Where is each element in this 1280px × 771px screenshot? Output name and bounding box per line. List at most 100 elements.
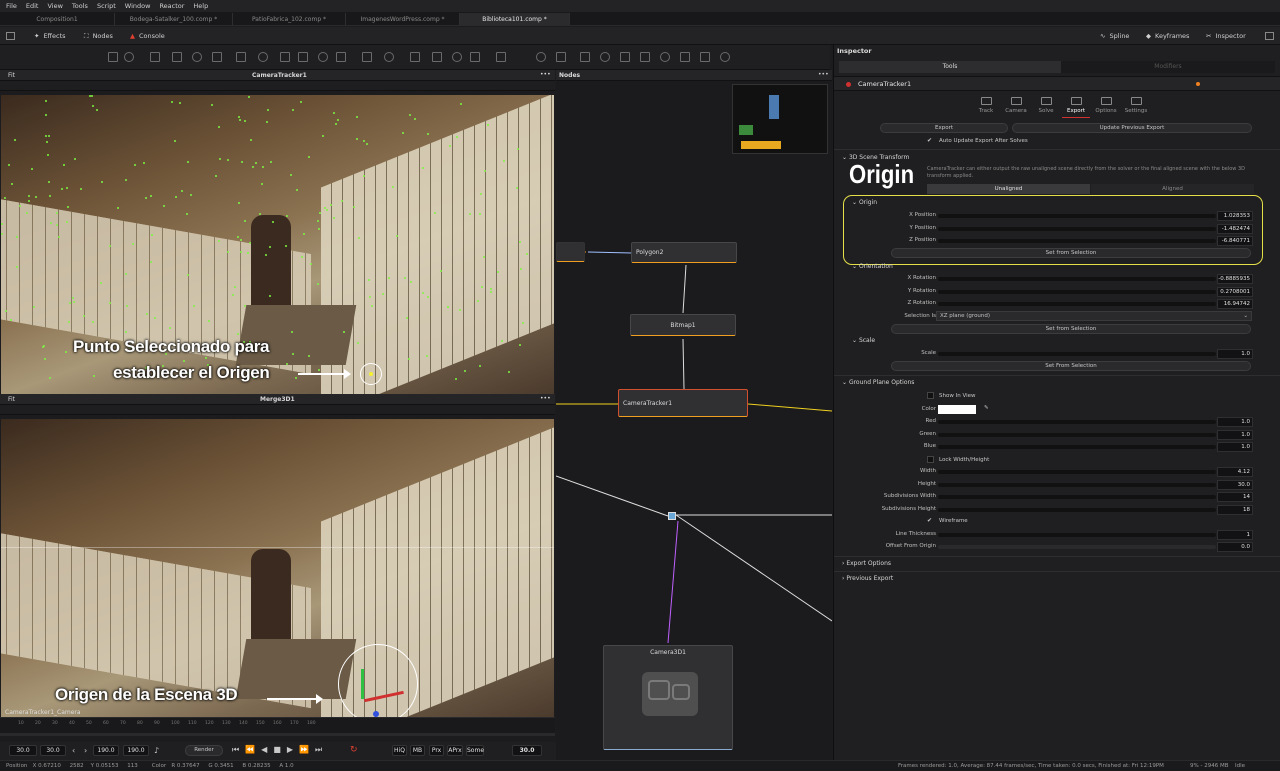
more-icon-2[interactable]: ••• <box>540 395 551 402</box>
tool-icon-17[interactable] <box>452 52 462 62</box>
spline-button[interactable]: ∿ Spline <box>1100 30 1129 42</box>
node-cameratracker1[interactable]: CameraTracker1 <box>618 389 748 417</box>
tool-icon-20[interactable] <box>536 52 546 62</box>
tool-icon-1[interactable] <box>108 52 118 62</box>
z-rotation-slider[interactable] <box>938 302 1216 306</box>
playback-controls[interactable]: ⏮⏪◀■▶⏩⏭ <box>232 745 328 755</box>
tool-icon-6[interactable] <box>212 52 222 62</box>
tools-tab[interactable]: Tools <box>839 61 1061 73</box>
scale-field[interactable]: 1.0 <box>1217 349 1253 359</box>
merge-node-dot[interactable] <box>668 512 676 520</box>
scale-slider[interactable] <box>938 352 1216 356</box>
render-end-field[interactable]: 190.0 <box>93 745 119 756</box>
global-start-field[interactable]: 30.0 <box>9 745 37 756</box>
prx-toggle[interactable]: Prx <box>429 745 444 756</box>
console-button[interactable]: ▲ Console <box>130 30 165 42</box>
current-frame-field[interactable]: 30.0 <box>512 745 542 756</box>
menu-item-file[interactable]: File <box>6 2 17 10</box>
width-field[interactable]: 4.12 <box>1217 467 1253 477</box>
node-camera3d1[interactable]: Camera3D1 <box>603 645 733 750</box>
x-rotation-slider[interactable] <box>938 277 1216 281</box>
panel-toggle-icon[interactable] <box>6 30 15 42</box>
tool-icon-22[interactable] <box>580 52 590 62</box>
offset-slider[interactable] <box>938 545 1216 549</box>
menu-item-reactor[interactable]: Reactor <box>159 2 184 10</box>
width-slider[interactable] <box>938 470 1216 474</box>
blue-field[interactable]: 1.0 <box>1217 442 1253 452</box>
x-position-field[interactable]: 1.028353 <box>1217 211 1253 221</box>
origin-section-header[interactable]: ⌄ Origin <box>852 199 877 206</box>
line-thickness-slider[interactable] <box>938 533 1216 537</box>
eyedropper-icon[interactable]: ✎ <box>984 405 989 411</box>
update-previous-export-button[interactable]: Update Previous Export <box>1012 123 1252 133</box>
tool-icon-28[interactable] <box>700 52 710 62</box>
menu-item-script[interactable]: Script <box>97 2 116 10</box>
height-field[interactable]: 30.0 <box>1217 480 1253 490</box>
node-bitmap1[interactable]: Bitmap1 <box>630 314 736 336</box>
z-position-slider[interactable] <box>938 239 1216 243</box>
fit-dropdown[interactable]: Fit <box>8 72 15 79</box>
tool-icon-26[interactable] <box>660 52 670 62</box>
tool-icon-13[interactable] <box>362 52 372 62</box>
step-back-icon[interactable]: ‹ <box>72 746 75 755</box>
tab-imageneswordpress[interactable]: ImagenesWordPress.comp * <box>346 13 460 25</box>
menu-item-tools[interactable]: Tools <box>72 2 88 10</box>
lock-wh-checkbox[interactable] <box>927 456 934 463</box>
tab-composition1[interactable]: Composition1 <box>0 13 115 25</box>
subtab-options[interactable]: Options <box>1092 96 1120 118</box>
inspector-button[interactable]: ✂ Inspector <box>1206 30 1246 42</box>
audio-icon[interactable]: ♪ <box>154 746 159 755</box>
green-field[interactable]: 1.0 <box>1217 430 1253 440</box>
tool-icon-8[interactable] <box>258 52 268 62</box>
offset-field[interactable]: 0.0 <box>1217 542 1253 552</box>
tool-icon-5[interactable] <box>192 52 202 62</box>
tool-icon-4[interactable] <box>172 52 182 62</box>
y-position-slider[interactable] <box>938 227 1216 231</box>
green-slider[interactable] <box>938 433 1216 437</box>
z-rotation-field[interactable]: 16.94742 <box>1217 299 1253 309</box>
subw-field[interactable]: 14 <box>1217 492 1253 502</box>
selected-point[interactable] <box>369 372 373 376</box>
tool-icon-7[interactable] <box>236 52 246 62</box>
more-icon-3[interactable]: ••• <box>818 71 829 78</box>
scale-header[interactable]: ⌄ Scale <box>852 337 875 344</box>
orientation-header[interactable]: ⌄ Orientation <box>852 263 893 270</box>
modifiers-tab[interactable]: Modifiers <box>1061 61 1275 73</box>
blue-slider[interactable] <box>938 445 1216 449</box>
time-ruler[interactable]: 10 20 30 40 50 60 70 80 90 100 110 120 130 140 150 160 1… <box>0 717 555 733</box>
tool-icon-19[interactable] <box>496 52 506 62</box>
x-rotation-field[interactable]: -0.8885935 <box>1217 274 1253 284</box>
unaligned-tab[interactable]: Unaligned <box>927 184 1090 194</box>
y-rotation-field[interactable]: 0.2708001 <box>1217 287 1253 297</box>
tool-icon-9[interactable] <box>280 52 290 62</box>
tool-icon-18[interactable] <box>470 52 480 62</box>
loop-icon[interactable]: ↻ <box>350 745 358 755</box>
tool-icon-27[interactable] <box>680 52 690 62</box>
render-start-field[interactable]: 30.0 <box>40 745 66 756</box>
auto-update-checkbox[interactable]: ✔ <box>927 137 932 144</box>
previous-export-header[interactable]: › Previous Export <box>842 575 893 582</box>
global-end-field[interactable]: 190.0 <box>123 745 149 756</box>
tool-icon-21[interactable] <box>556 52 566 62</box>
menu-item-view[interactable]: View <box>47 2 62 10</box>
show-in-view-checkbox[interactable] <box>927 392 934 399</box>
aprx-toggle[interactable]: APrx <box>447 745 463 756</box>
red-slider[interactable] <box>938 420 1216 424</box>
tool-icon-14[interactable] <box>384 52 394 62</box>
mb-toggle[interactable]: MB <box>410 745 425 756</box>
set-from-selection-orientation[interactable]: Set from Selection <box>891 324 1251 334</box>
subh-slider[interactable] <box>938 508 1216 512</box>
tool-icon-29[interactable] <box>720 52 730 62</box>
x-position-slider[interactable] <box>938 214 1216 218</box>
height-slider[interactable] <box>938 483 1216 487</box>
tool-icon-2[interactable] <box>124 52 134 62</box>
effects-button[interactable]: ✦ Effects <box>34 30 66 42</box>
subtab-export[interactable]: Export <box>1062 96 1090 118</box>
step-forward-icon[interactable]: › <box>84 746 87 755</box>
y-rotation-slider[interactable] <box>938 290 1216 294</box>
set-from-selection-origin[interactable]: Set from Selection <box>891 248 1251 258</box>
set-from-selection-scale[interactable]: Set From Selection <box>891 361 1251 371</box>
aligned-tab[interactable]: Aligned <box>1091 184 1254 194</box>
red-field[interactable]: 1.0 <box>1217 417 1253 427</box>
subtab-solve[interactable]: Solve <box>1032 96 1060 118</box>
